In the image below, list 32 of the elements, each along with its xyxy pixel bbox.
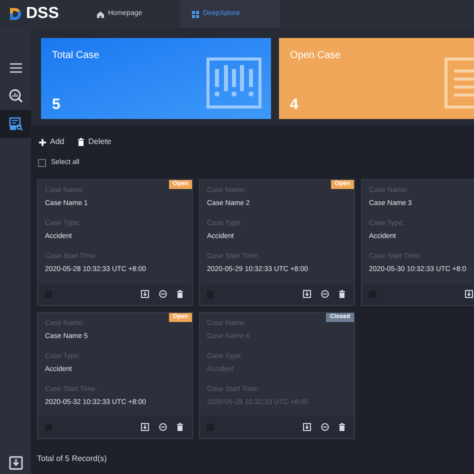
download-icon[interactable] [8, 456, 22, 470]
download-icon[interactable] [141, 290, 149, 298]
stat-title: Open Case [290, 49, 341, 63]
stat-title: Total Case [52, 49, 100, 63]
trash-icon[interactable] [339, 423, 345, 431]
search-chart-icon[interactable] [8, 89, 22, 103]
add-button[interactable]: Add [39, 136, 64, 148]
download-icon[interactable] [141, 423, 149, 431]
menu-icon[interactable] [10, 63, 22, 73]
stat-value: 5 [52, 95, 60, 115]
download-icon[interactable] [303, 290, 311, 298]
app-logo-text: DSS [26, 6, 59, 22]
minus-circle-icon[interactable] [321, 290, 329, 298]
trash-icon[interactable] [339, 290, 345, 298]
stat-value: 4 [290, 95, 298, 115]
trash-icon[interactable] [177, 423, 183, 431]
minus-circle-icon[interactable] [321, 423, 329, 431]
select-all-checkbox[interactable] [38, 159, 46, 167]
home-icon [97, 10, 104, 18]
barcode-icon [206, 57, 262, 109]
record-count: Total of 5 Record(s) [37, 454, 107, 463]
download-icon[interactable] [465, 290, 473, 298]
trash-icon [78, 138, 84, 146]
grid-icon [192, 10, 199, 18]
download-icon[interactable] [303, 423, 311, 431]
delete-button[interactable]: Delete [78, 136, 112, 148]
minus-circle-icon[interactable] [159, 423, 167, 431]
case-search-icon[interactable] [8, 117, 22, 131]
logo-icon [8, 7, 22, 21]
minus-circle-icon[interactable] [159, 290, 167, 298]
trash-icon[interactable] [177, 290, 183, 298]
plus-icon [39, 138, 46, 146]
